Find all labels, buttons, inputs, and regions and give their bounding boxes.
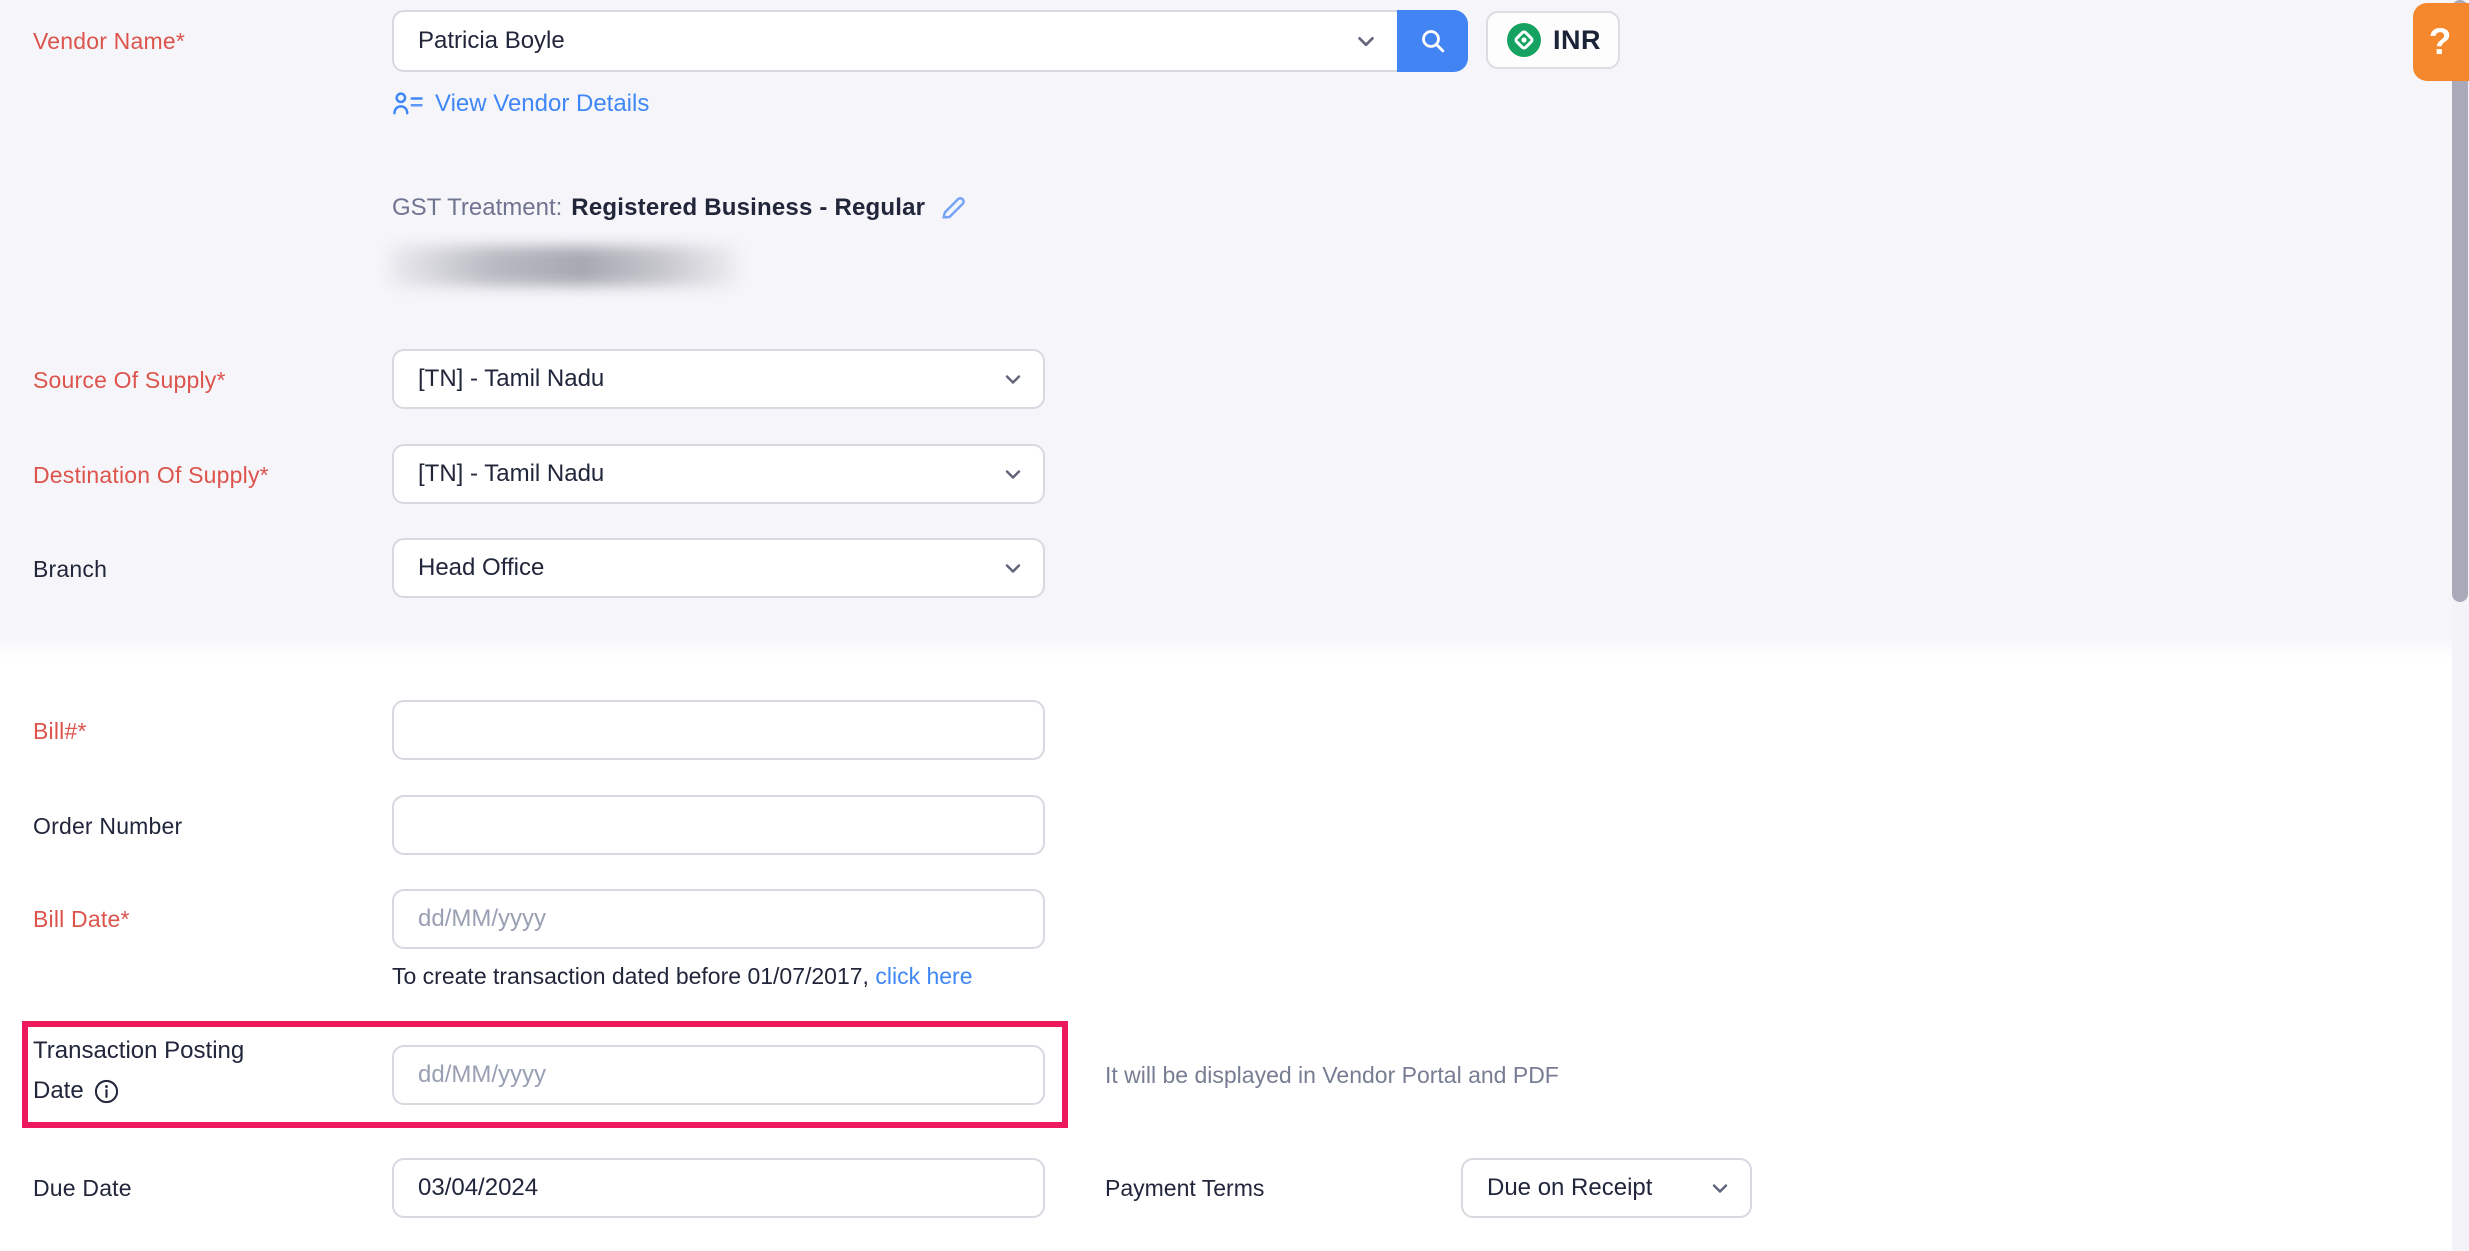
- edit-gst-treatment-button[interactable]: [938, 193, 968, 223]
- order-number-input[interactable]: [392, 795, 1045, 855]
- bill-date-label: Bill Date*: [33, 906, 130, 933]
- bill-date-input[interactable]: [392, 889, 1045, 949]
- source-of-supply-label: Source Of Supply*: [33, 367, 226, 394]
- vendor-name-label: Vendor Name*: [33, 28, 185, 55]
- search-icon: [1417, 25, 1449, 57]
- destination-of-supply-select[interactable]: [TN] - Tamil Nadu: [392, 444, 1045, 504]
- chevron-down-icon: [1001, 367, 1025, 391]
- currency-icon: [1505, 21, 1543, 59]
- transaction-posting-date-note: It will be displayed in Vendor Portal an…: [1105, 1062, 1559, 1089]
- new-bill-form-page: Vendor Name* Patricia Boyle INR View Ven…: [0, 0, 2469, 1251]
- branch-select[interactable]: Head Office: [392, 538, 1045, 598]
- transaction-posting-date-label-line1: Transaction Posting: [33, 1031, 244, 1071]
- source-of-supply-value: [TN] - Tamil Nadu: [418, 365, 604, 393]
- help-button[interactable]: ?: [2413, 3, 2469, 81]
- transaction-posting-date-label-line2: Date: [33, 1071, 84, 1111]
- branch-value: Head Office: [418, 554, 544, 582]
- backdate-helper-text: To create transaction dated before 01/07…: [392, 963, 869, 989]
- destination-of-supply-value: [TN] - Tamil Nadu: [418, 460, 604, 488]
- currency-selector[interactable]: INR: [1486, 11, 1620, 69]
- vendor-name-select[interactable]: Patricia Boyle: [392, 10, 1399, 72]
- help-button-label: ?: [2429, 21, 2452, 63]
- pencil-icon: [938, 193, 968, 223]
- gst-treatment-row: GST Treatment: Registered Business - Reg…: [392, 193, 968, 223]
- currency-code: INR: [1553, 25, 1601, 56]
- bill-number-label: Bill#*: [33, 718, 87, 745]
- vendor-search-button[interactable]: [1397, 10, 1468, 72]
- scrollbar-thumb[interactable]: [2452, 0, 2468, 602]
- vendor-details-section: [0, 0, 2469, 660]
- chevron-down-icon: [1708, 1176, 1732, 1200]
- info-icon[interactable]: [93, 1078, 120, 1105]
- gst-treatment-label: GST Treatment:: [392, 194, 562, 222]
- payment-terms-label: Payment Terms: [1105, 1175, 1264, 1202]
- view-vendor-details-link[interactable]: View Vendor Details: [392, 89, 649, 119]
- source-of-supply-select[interactable]: [TN] - Tamil Nadu: [392, 349, 1045, 409]
- transaction-posting-date-input[interactable]: [392, 1045, 1045, 1105]
- due-date-input[interactable]: [392, 1158, 1045, 1218]
- chevron-down-icon: [1001, 462, 1025, 486]
- contact-details-icon: [392, 89, 424, 119]
- payment-terms-value: Due on Receipt: [1487, 1174, 1652, 1202]
- bill-number-input[interactable]: [392, 700, 1045, 760]
- due-date-label: Due Date: [33, 1175, 132, 1202]
- redacted-gstin-text: [388, 246, 738, 286]
- backdate-click-here-link[interactable]: click here: [875, 963, 972, 989]
- transaction-posting-date-label: Transaction Posting Date: [33, 1031, 244, 1111]
- gst-treatment-value: Registered Business - Regular: [571, 194, 925, 222]
- order-number-label: Order Number: [33, 813, 182, 840]
- chevron-down-icon: [1001, 556, 1025, 580]
- payment-terms-select[interactable]: Due on Receipt: [1461, 1158, 1752, 1218]
- branch-label: Branch: [33, 556, 107, 583]
- view-vendor-details-label: View Vendor Details: [435, 90, 649, 118]
- chevron-down-icon: [1353, 28, 1379, 54]
- vendor-name-value: Patricia Boyle: [418, 27, 565, 55]
- destination-of-supply-label: Destination Of Supply*: [33, 462, 269, 489]
- backdate-helper: To create transaction dated before 01/07…: [392, 963, 973, 990]
